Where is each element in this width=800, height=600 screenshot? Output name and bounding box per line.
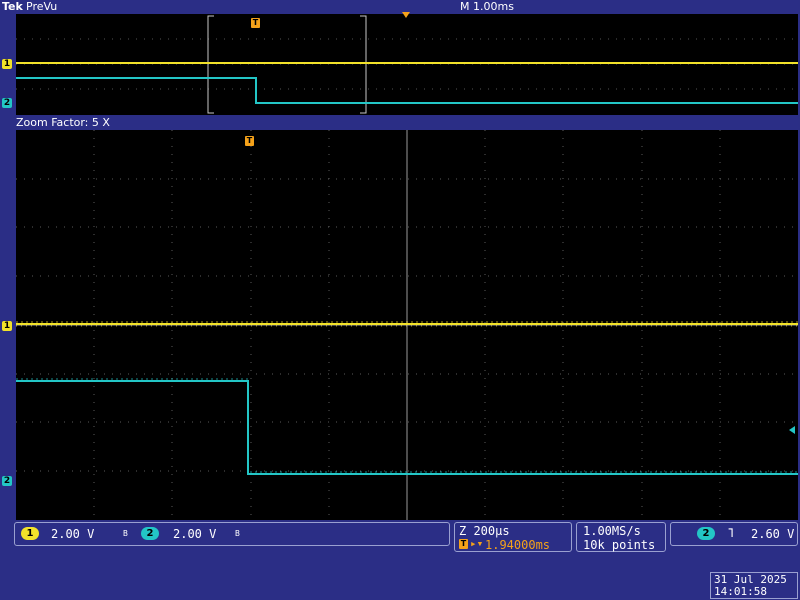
trigger-source-badge[interactable]: 2 — [697, 527, 715, 540]
zoom-window-bracket — [207, 15, 367, 114]
trigger-arrow-icon: ▸▾ — [470, 537, 484, 550]
brand-logo: Tek — [2, 0, 23, 13]
trigger-position-icon: T — [459, 539, 468, 549]
overview-graticule — [16, 15, 798, 114]
date-time-readout: 31 Jul 2025 14:01:58 — [710, 572, 798, 599]
ch2-scale[interactable]: 2.00 V — [173, 527, 216, 541]
horizontal-scale-readout: M 1.00ms — [460, 0, 514, 13]
sample-rate[interactable]: 1.00MS/s — [583, 524, 641, 538]
overview-trigger-marker[interactable]: T — [251, 18, 260, 28]
ch2-bandwidth-limit-icon: B — [235, 529, 240, 538]
main-waveform-screen[interactable] — [16, 130, 798, 520]
main-ch2-marker[interactable]: 2 — [2, 476, 12, 486]
falling-edge-icon: ˥ — [727, 526, 735, 540]
record-length[interactable]: 10k points — [583, 538, 655, 552]
acquisition-panel[interactable]: 1.00MS/s 10k points — [576, 522, 666, 552]
main-ch1-marker[interactable]: 1 — [2, 321, 12, 331]
overview-ch2-marker[interactable]: 2 — [2, 98, 12, 108]
ch1-scale[interactable]: 2.00 V — [51, 527, 94, 541]
trigger-panel[interactable]: 2 ˥ 2.60 V — [670, 522, 798, 546]
ch2-badge[interactable]: 2 — [141, 527, 159, 540]
trigger-position-arrow[interactable] — [402, 12, 410, 18]
zoom-factor-label: Zoom Factor: 5 X — [16, 116, 110, 129]
main-graticule — [16, 130, 798, 520]
trigger-level[interactable]: 2.60 V — [751, 527, 794, 541]
top-status-bar: Tek PreVu M 1.00ms — [0, 0, 800, 14]
acquisition-mode: PreVu — [26, 0, 58, 13]
ch1-badge[interactable]: 1 — [21, 527, 39, 540]
time-text: 14:01:58 — [714, 585, 767, 598]
overview-ch1-marker[interactable]: 1 — [2, 59, 12, 69]
trigger-position-readout[interactable]: 1.94000ms — [485, 538, 550, 552]
main-trigger-marker[interactable]: T — [245, 136, 254, 146]
overview-ch2-trace — [16, 77, 798, 104]
zoom-time-scale[interactable]: Z 200µs — [459, 524, 510, 538]
overview-waveform-screen[interactable] — [16, 14, 798, 115]
channel-scale-panel[interactable]: 1 2.00 V B 2 2.00 V B — [14, 522, 450, 546]
ch1-bandwidth-limit-icon: B — [123, 529, 128, 538]
timebase-panel[interactable]: Z 200µs T ▸▾ 1.94000ms — [454, 522, 572, 552]
trigger-level-arrow[interactable] — [789, 426, 795, 434]
